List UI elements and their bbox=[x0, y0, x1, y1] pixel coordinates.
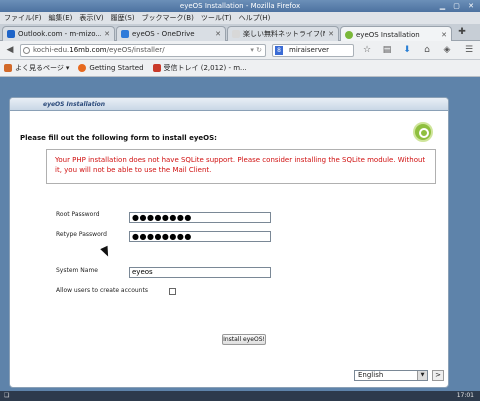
download-icon[interactable]: ⬇ bbox=[400, 44, 414, 57]
menu-view[interactable]: 表示(V) bbox=[79, 13, 103, 23]
allow-users-label: Allow users to create accounts bbox=[56, 287, 148, 294]
chevron-down-icon[interactable]: ▼ bbox=[417, 371, 427, 380]
installer-header: eyeOS Installation bbox=[10, 98, 448, 111]
tab-label: Outlook.com - m-mizo... bbox=[18, 30, 102, 38]
onedrive-icon bbox=[121, 30, 129, 38]
bookmark-label: 受信トレイ (2,012) - m... bbox=[163, 64, 247, 72]
tab-bar: Outlook.com - m-mizo... ✕ eyeOS - OneDri… bbox=[0, 24, 480, 42]
system-name-field[interactable]: eyeos bbox=[129, 267, 271, 278]
close-icon[interactable]: ✕ bbox=[104, 30, 110, 38]
tab-outlook[interactable]: Outlook.com - m-mizo... ✕ bbox=[2, 26, 115, 41]
close-icon[interactable]: ✕ bbox=[441, 31, 447, 39]
bookmark-getting-started[interactable]: Getting Started bbox=[78, 64, 144, 72]
reload-icon[interactable]: ▾ ↻ bbox=[250, 45, 262, 56]
shield-icon[interactable]: ◈ bbox=[440, 44, 454, 57]
eyeos-logo bbox=[413, 122, 433, 142]
bookmarks-bar: よく見るページ ▾ Getting Started 受信トレイ (2,012) … bbox=[0, 60, 480, 77]
bookmark-most-visited[interactable]: よく見るページ ▾ bbox=[4, 63, 69, 73]
chevron-down-icon: ▾ bbox=[65, 64, 70, 72]
tab-eyeos-installation[interactable]: eyeOS Installation ✕ bbox=[340, 26, 452, 42]
tab-label: eyeOS - OneDrive bbox=[132, 30, 195, 38]
next-button[interactable]: > bbox=[432, 370, 444, 381]
installer-panel: eyeOS Installation Please fill out the f… bbox=[9, 97, 449, 388]
eyeos-icon bbox=[345, 30, 353, 39]
url-domain: 16mb.com bbox=[69, 46, 107, 54]
page-icon bbox=[232, 30, 240, 38]
start-icon[interactable]: ❏ bbox=[4, 392, 9, 399]
folder-icon bbox=[4, 64, 12, 72]
gmail-icon bbox=[152, 64, 161, 72]
search-engine-icon[interactable]: 8 bbox=[275, 46, 283, 55]
taskbar: ❏ 17:01 bbox=[0, 391, 480, 401]
window-controls[interactable]: ▁ ▢ ✕ bbox=[440, 2, 477, 10]
url-prefix: kochi-edu. bbox=[33, 46, 70, 54]
allow-users-checkbox[interactable] bbox=[169, 288, 176, 295]
root-password-label: Root Password bbox=[56, 211, 100, 218]
search-text: miraiserver bbox=[289, 46, 330, 54]
menu-edit[interactable]: 編集(E) bbox=[49, 13, 73, 23]
clock: 17:01 bbox=[456, 392, 474, 399]
menu-history[interactable]: 履歴(S) bbox=[111, 13, 135, 23]
bookmark-label: よく見るページ bbox=[15, 64, 64, 72]
page-content: eyeOS Installation Please fill out the f… bbox=[0, 77, 480, 391]
outlook-icon bbox=[7, 30, 15, 38]
menu-bookmarks[interactable]: ブックマーク(B) bbox=[142, 13, 194, 23]
star-icon[interactable]: ☆ bbox=[360, 44, 374, 57]
close-icon[interactable]: ✕ bbox=[215, 30, 221, 38]
sqlite-error-message: Your PHP installation does not have SQLi… bbox=[46, 149, 436, 184]
firefox-icon bbox=[78, 64, 87, 72]
url-path: /eyeOS/installer/ bbox=[106, 46, 165, 54]
retype-password-label: Retype Password bbox=[56, 231, 107, 238]
retype-password-field[interactable]: ●●●●●●●● bbox=[129, 231, 271, 242]
language-value: English bbox=[358, 371, 384, 379]
install-button[interactable]: Install eyeOS! bbox=[222, 334, 266, 345]
search-bar[interactable]: 8 miraiserver bbox=[272, 44, 354, 57]
menu-tools[interactable]: ツール(T) bbox=[201, 13, 232, 23]
navigation-bar: ◀ kochi-edu.16mb.com/eyeOS/installer/ ▾ … bbox=[0, 41, 480, 60]
window-titlebar: eyeOS Installation - Mozilla Firefox ▁ ▢… bbox=[0, 0, 480, 12]
url-bar[interactable]: kochi-edu.16mb.com/eyeOS/installer/ ▾ ↻ bbox=[20, 44, 266, 57]
language-select[interactable]: English ▼ bbox=[354, 370, 428, 381]
menu-help[interactable]: ヘルプ(H) bbox=[239, 13, 271, 23]
home-icon[interactable]: ⌂ bbox=[420, 44, 434, 57]
tab-onedrive[interactable]: eyeOS - OneDrive ✕ bbox=[116, 26, 226, 41]
bookmark-inbox[interactable]: 受信トレイ (2,012) - m... bbox=[152, 63, 247, 73]
bookmark-label: Getting Started bbox=[89, 64, 144, 72]
back-icon[interactable]: ◀ bbox=[3, 44, 17, 57]
window-title: eyeOS Installation - Mozilla Firefox bbox=[179, 2, 301, 10]
tab-label: eyeOS Installation bbox=[356, 30, 420, 39]
tab-label: 楽しい無料ネットライフ(NetLi... bbox=[243, 30, 325, 38]
system-name-label: System Name bbox=[56, 267, 98, 274]
menu-icon[interactable]: ☰ bbox=[462, 44, 476, 57]
tab-netlife[interactable]: 楽しい無料ネットライフ(NetLi... ✕ bbox=[227, 26, 339, 41]
root-password-field[interactable]: ●●●●●●●● bbox=[129, 212, 271, 223]
menu-bar: ファイル(F) 編集(E) 表示(V) 履歴(S) ブックマーク(B) ツール(… bbox=[0, 12, 480, 24]
new-tab-icon[interactable]: ✚ bbox=[455, 27, 469, 40]
reading-list-icon[interactable]: ▤ bbox=[380, 44, 394, 57]
menu-file[interactable]: ファイル(F) bbox=[4, 13, 42, 23]
globe-icon bbox=[23, 47, 30, 54]
form-title: Please fill out the following form to in… bbox=[20, 134, 217, 142]
close-icon[interactable]: ✕ bbox=[328, 30, 334, 38]
